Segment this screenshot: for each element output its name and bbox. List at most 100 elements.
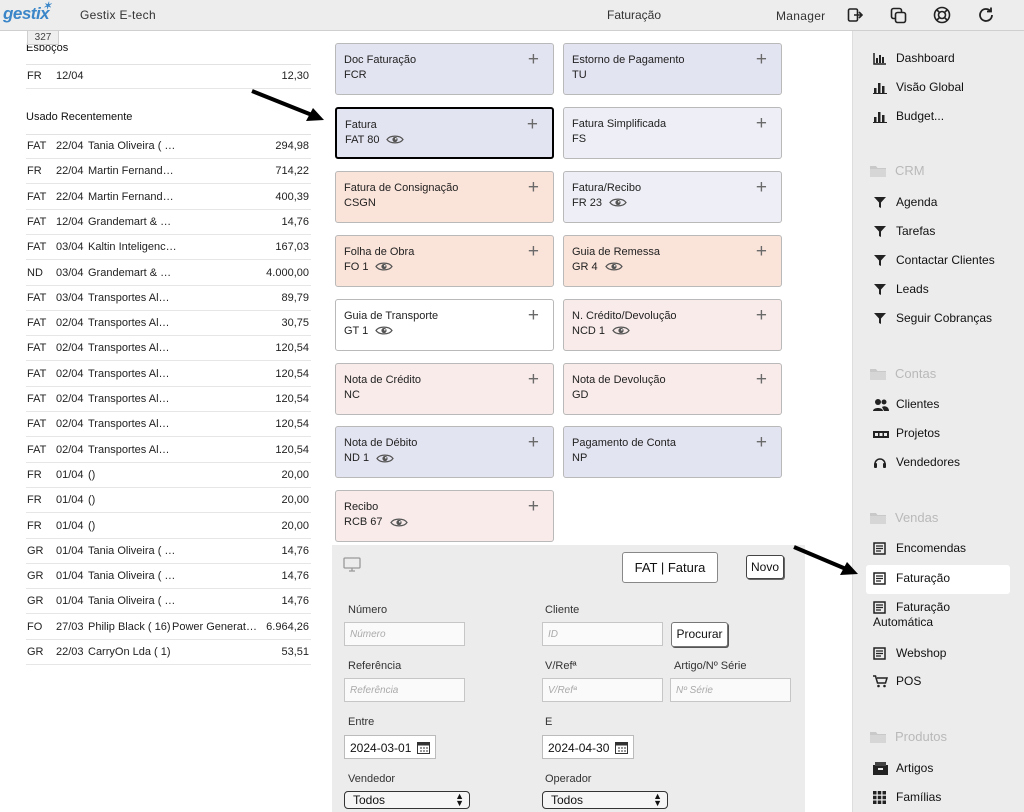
plus-icon[interactable]: +	[756, 114, 767, 133]
plus-icon[interactable]: +	[756, 242, 767, 261]
document-icon	[873, 542, 887, 555]
tile-rcb[interactable]: Recibo RCB 67 +	[335, 490, 554, 543]
numero-input[interactable]	[344, 622, 465, 646]
table-row[interactable]: GR 01/04 Tania Oliveira ( … 14,76	[26, 589, 311, 615]
headset-icon	[873, 456, 887, 469]
vendedor-select[interactable]: Todos ▲ ▼	[344, 791, 470, 809]
table-row[interactable]: ND 03/04 Grandemart & … 4.000,00	[26, 261, 311, 286]
table-row[interactable]: GR 01/04 Tania Oliveira ( … 14,76	[26, 564, 311, 590]
row-date: 27/03	[56, 620, 84, 633]
table-row[interactable]: FAT 02/04 Transportes Al… 120,54	[26, 336, 311, 362]
table-row[interactable]: FAT 22/04 Tania Oliveira ( … 294,98	[26, 134, 311, 159]
plus-icon[interactable]: +	[528, 242, 539, 261]
vref-input[interactable]	[542, 678, 663, 702]
refresh-icon[interactable]	[976, 5, 996, 25]
plus-icon[interactable]: +	[756, 433, 767, 452]
notification-badge[interactable]: 327	[27, 30, 59, 45]
table-row[interactable]: GR 22/03 CarryOn Lda ( 1) 53,51	[26, 640, 311, 665]
table-row[interactable]: FR 22/04 Martin Fernand… 714,22	[26, 159, 311, 185]
eye-icon[interactable]	[604, 261, 623, 272]
sidebar-item-label: Faturação Automática	[873, 600, 951, 629]
tile-code: TU	[572, 69, 587, 81]
plus-icon[interactable]: +	[528, 50, 539, 69]
row-type: FAT	[27, 190, 47, 203]
plus-icon[interactable]: +	[528, 433, 539, 452]
row-amount: 120,54	[275, 418, 309, 431]
plus-icon[interactable]: +	[528, 370, 539, 389]
start-date-input[interactable]: 2024-03-01	[344, 735, 436, 759]
eye-icon[interactable]	[389, 517, 408, 528]
tile-nd[interactable]: Nota de Débito ND 1 +	[335, 426, 554, 479]
help-lifebuoy-icon[interactable]	[932, 5, 952, 25]
tile-fs[interactable]: Fatura Simplificada FS +	[563, 106, 782, 159]
tile-gd[interactable]: Nota de Devolução GD +	[563, 362, 782, 415]
table-row[interactable]: FR 01/04 () 20,00	[26, 463, 311, 488]
row-type: FAT	[27, 241, 47, 254]
tile-tu[interactable]: Estorno de Pagamento TU +	[563, 43, 782, 95]
end-date-input[interactable]: 2024-04-30	[542, 735, 634, 759]
tile-code-line: FCR	[344, 68, 545, 82]
tile-fat[interactable]: Fatura FAT 80 +	[335, 106, 554, 159]
eye-icon[interactable]	[609, 197, 627, 208]
table-row[interactable]: FR 01/04 () 20,00	[26, 514, 311, 539]
eye-icon[interactable]	[612, 325, 630, 336]
eye-icon[interactable]	[386, 134, 405, 145]
user-menu[interactable]: Manager	[776, 9, 825, 23]
row-type: FR	[27, 70, 42, 82]
eye-icon[interactable]	[376, 453, 394, 464]
serial-input[interactable]	[670, 678, 791, 702]
table-row[interactable]: FAT 12/04 Grandemart & … 14,76	[26, 210, 311, 235]
document-icon	[873, 572, 887, 585]
tile-nc[interactable]: Nota de Crédito NC +	[335, 362, 554, 415]
operador-select[interactable]: Todos ▲ ▼	[542, 791, 668, 809]
document-type-button[interactable]: FAT | Fatura	[622, 552, 718, 583]
eye-icon[interactable]	[375, 261, 394, 272]
tile-ncd[interactable]: N. Crédito/Devolução NCD 1 +	[563, 298, 782, 351]
cliente-id-input[interactable]	[542, 622, 663, 646]
plus-icon[interactable]: +	[528, 178, 539, 197]
table-row[interactable]: FAT 02/04 Transportes Al… 120,54	[26, 412, 311, 438]
row-amount: 714,22	[275, 165, 309, 178]
table-row[interactable]: FR 12/04 12,30	[26, 64, 311, 89]
search-client-button[interactable]: Procurar	[671, 622, 728, 647]
plus-icon[interactable]: +	[528, 306, 539, 325]
table-row[interactable]: GR 01/04 Tania Oliveira ( … 14,76	[26, 539, 311, 564]
tile-csgn[interactable]: Fatura de Consignação CSGN +	[335, 170, 554, 223]
plus-icon[interactable]: +	[756, 306, 767, 325]
table-row[interactable]: FAT 03/04 Transportes Al… 89,79	[26, 286, 311, 311]
table-row[interactable]: FAT 03/04 Kaltin Inteligenc… 167,03	[26, 235, 311, 261]
tile-code-line: ND 1	[344, 451, 545, 465]
referencia-input[interactable]	[344, 678, 465, 702]
plus-icon[interactable]: +	[756, 178, 767, 197]
grid-icon	[873, 791, 887, 804]
tile-fcr[interactable]: Doc Faturação FCR +	[335, 43, 554, 95]
table-row[interactable]: FAT 02/04 Transportes Al… 120,54	[26, 362, 311, 387]
row-amount: 30,75	[281, 317, 309, 330]
tile-title: Nota de Crédito	[344, 373, 422, 386]
row-date: 03/04	[56, 241, 84, 254]
plus-icon[interactable]: +	[756, 50, 767, 69]
entre-label: Entre	[348, 716, 375, 728]
gestix-logo[interactable]: gestix ✶	[3, 1, 51, 24]
logout-icon[interactable]	[845, 5, 865, 25]
table-row[interactable]: FR 01/04 () 20,00	[26, 488, 311, 514]
tile-fr[interactable]: Fatura/Recibo FR 23 +	[563, 170, 782, 223]
row-amount: 120,54	[275, 367, 309, 380]
new-button[interactable]: Novo	[746, 555, 784, 579]
table-row[interactable]: FAT 22/04 Martin Fernand… 400,39	[26, 185, 311, 210]
table-row[interactable]: FO 27/03 Philip Black ( 16) Power Generat… 6…	[26, 615, 311, 640]
copy-window-icon[interactable]	[888, 5, 908, 25]
plus-icon[interactable]: +	[756, 370, 767, 389]
plus-icon[interactable]: +	[528, 497, 539, 516]
tile-gr[interactable]: Guia de Remessa GR 4 +	[563, 234, 782, 287]
table-row[interactable]: FAT 02/04 Transportes Al… 120,54	[26, 438, 311, 463]
row-amount: 120,54	[275, 342, 309, 355]
page-title: Faturação	[607, 8, 662, 22]
plus-icon[interactable]: +	[527, 115, 538, 134]
tile-gt[interactable]: Guia de Transporte GT 1 +	[335, 298, 554, 351]
table-row[interactable]: FAT 02/04 Transportes Al… 30,75	[26, 311, 311, 337]
tile-np[interactable]: Pagamento de Conta NP +	[563, 426, 782, 479]
eye-icon[interactable]	[375, 325, 393, 336]
tile-fo[interactable]: Folha de Obra FO 1 +	[335, 234, 554, 287]
table-row[interactable]: FAT 02/04 Transportes Al… 120,54	[26, 387, 311, 412]
